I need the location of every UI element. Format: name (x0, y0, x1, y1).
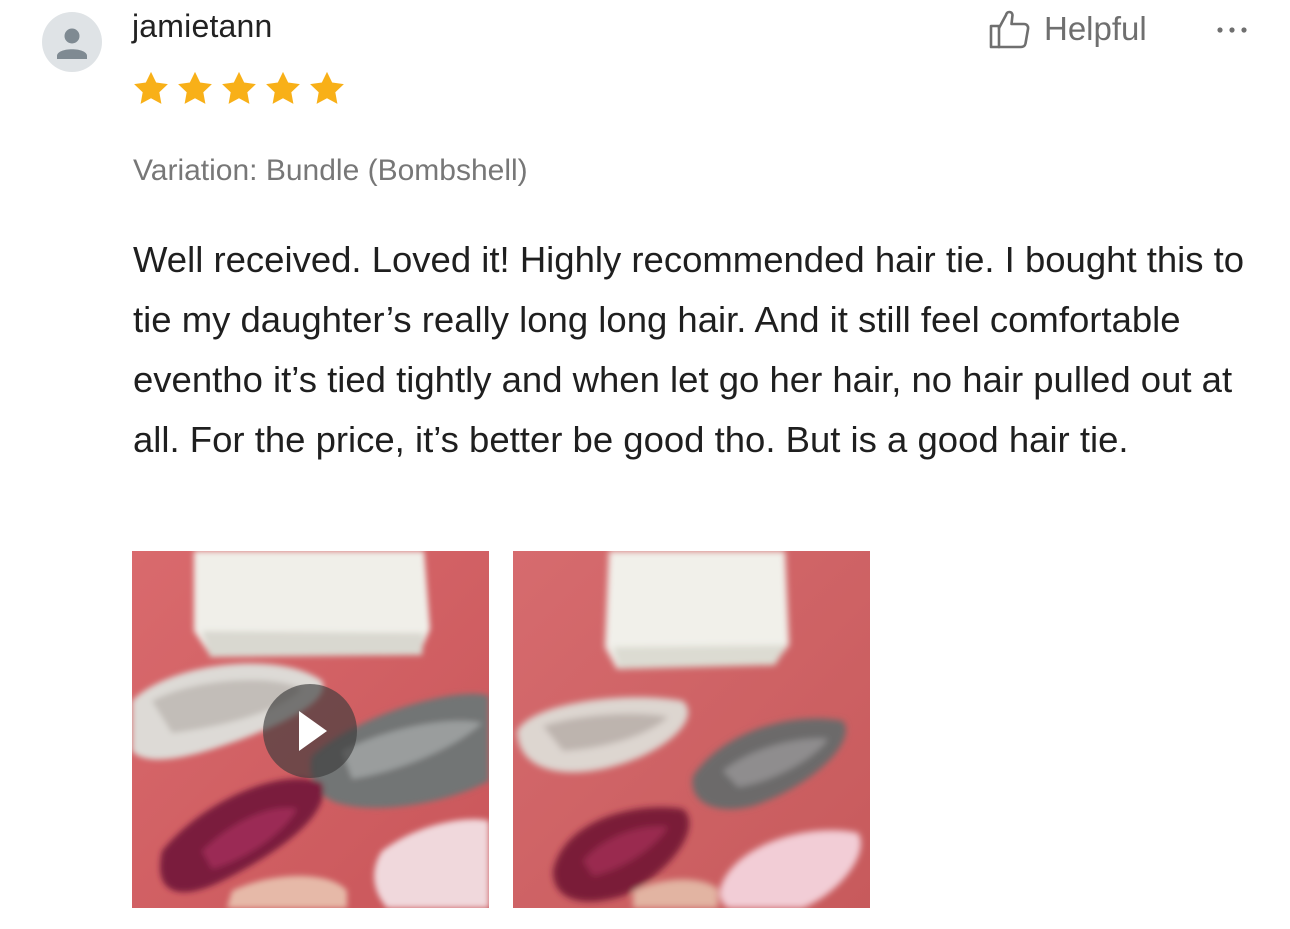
star-icon (222, 71, 256, 104)
helpful-label: Helpful (1044, 10, 1147, 47)
star-icon (310, 71, 344, 104)
variation-label: Variation: Bundle (Bombshell) (133, 154, 528, 187)
star-icon (266, 71, 300, 104)
star-rating (130, 68, 348, 110)
helpful-button[interactable]: Helpful (986, 4, 1147, 54)
star-icon (134, 71, 168, 104)
star-icon (178, 71, 212, 104)
more-options-icon (1217, 27, 1247, 33)
reviewer-username[interactable]: jamietann (132, 8, 273, 45)
review-video-thumbnail[interactable] (132, 551, 489, 908)
user-icon (57, 28, 87, 59)
thumbs-up-icon (989, 10, 1030, 49)
more-options-button[interactable] (1212, 20, 1252, 40)
review-text: Well received. Loved it! Highly recommen… (133, 239, 1245, 460)
scrunchies-photo (513, 551, 870, 908)
avatar[interactable] (42, 12, 102, 72)
review-photo-thumbnail[interactable] (513, 551, 870, 908)
scrunchies-photo (132, 551, 489, 908)
